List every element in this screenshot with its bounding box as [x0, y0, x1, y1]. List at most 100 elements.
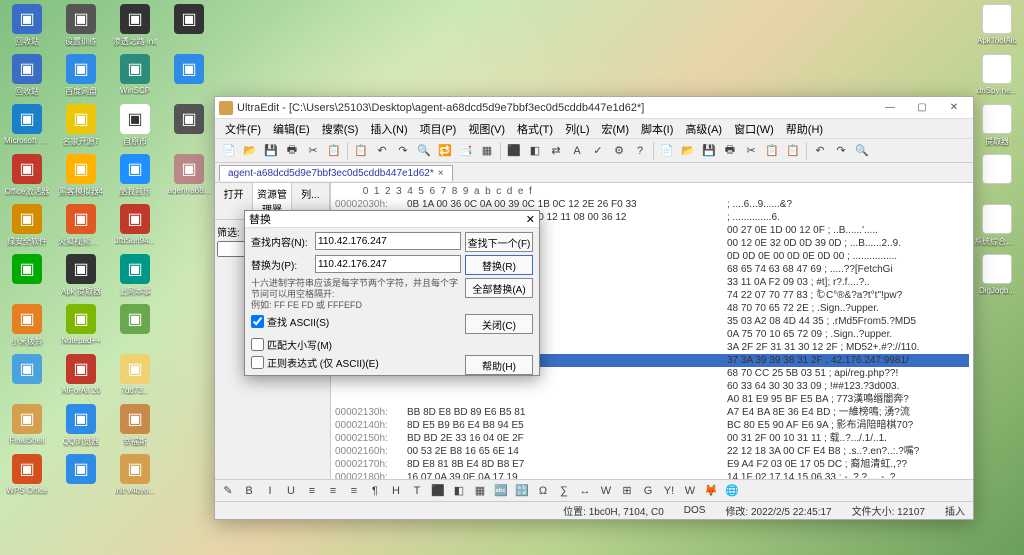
toolbar-button[interactable]: U — [281, 481, 301, 501]
toolbar-button[interactable]: 🖶 — [720, 141, 740, 161]
desktop-icon[interactable]: ▣QQ浏览器 — [58, 404, 104, 452]
desktop-icon[interactable]: ▣渗透之路 init — [112, 4, 158, 52]
toolbar-button[interactable]: ↶ — [810, 141, 830, 161]
desktop-icon[interactable]: ▣ — [166, 4, 212, 52]
menu-item[interactable]: 窗口(W) — [728, 119, 780, 138]
menu-item[interactable]: 视图(V) — [462, 119, 511, 138]
menu-item[interactable]: 格式(T) — [511, 119, 559, 138]
toolbar-button[interactable]: ✓ — [588, 141, 608, 161]
desktop-icon[interactable]: ▣FinalShell — [4, 404, 50, 452]
toolbar-button[interactable]: Y! — [659, 481, 679, 501]
toolbar-button[interactable]: ⚙ — [609, 141, 629, 161]
regex-checkbox[interactable] — [251, 356, 264, 369]
desktop-icon[interactable]: ▣幸福斯 — [112, 404, 158, 452]
desktop-icon[interactable]: ▣ — [4, 254, 50, 302]
desktop-icon[interactable]: ▣酷我音乐 — [112, 154, 158, 202]
toolbar-button[interactable]: W — [680, 481, 700, 501]
toolbar-button[interactable]: ✂ — [303, 141, 323, 161]
toolbar-button[interactable]: A — [567, 141, 587, 161]
toolbar-button[interactable]: 💾 — [261, 141, 281, 161]
toolbar-button[interactable]: 📋 — [762, 141, 782, 161]
desktop-icon[interactable]: ▣AIForAll 20 — [58, 354, 104, 402]
close-tab-icon[interactable]: × — [438, 168, 444, 179]
toolbar-button[interactable]: I — [260, 481, 280, 501]
replace-input[interactable] — [315, 255, 461, 273]
menu-item[interactable]: 高级(A) — [679, 119, 728, 138]
toolbar-button[interactable]: 🔁 — [435, 141, 455, 161]
desktop-icon[interactable]: ▣ — [166, 54, 212, 102]
desktop-icon[interactable]: ▣ApkToolAid — [974, 4, 1020, 52]
toolbar-button[interactable]: ⇄ — [546, 141, 566, 161]
desktop-icon[interactable]: ▣上网本事 — [112, 254, 158, 302]
toolbar-button[interactable]: ▦ — [477, 141, 497, 161]
toolbar-button[interactable]: 📋 — [324, 141, 344, 161]
desktop-icon[interactable]: ▣WPS Office — [4, 454, 50, 502]
toolbar-button[interactable]: ¶ — [365, 481, 385, 501]
toolbar-button[interactable]: 📂 — [240, 141, 260, 161]
minimize-button[interactable]: — — [875, 99, 905, 117]
document-tab[interactable]: agent-a68dcd5d9e7bbf3ec0d5cddb447e1d62*× — [219, 165, 453, 181]
dialog-close-icon[interactable]: ✕ — [526, 213, 535, 226]
toolbar-button[interactable]: ↔ — [575, 481, 595, 501]
menu-item[interactable]: 项目(P) — [414, 119, 463, 138]
toolbar-button[interactable]: 📄 — [657, 141, 677, 161]
desktop-icon[interactable]: ▣agent-a68... — [166, 154, 212, 202]
find-ascii-checkbox[interactable] — [251, 315, 264, 328]
desktop-icon[interactable]: ▣Microsoft Edge — [4, 104, 50, 152]
toolbar-button[interactable]: ∑ — [554, 481, 574, 501]
desktop-icon[interactable]: ▣Apk 提取器 — [58, 254, 104, 302]
desktop-icon[interactable]: ▣自原币 — [112, 104, 158, 152]
toolbar-button[interactable]: 📋 — [783, 141, 803, 161]
toolbar-button[interactable]: 🔍 — [414, 141, 434, 161]
help-button[interactable]: 帮助(H) — [465, 355, 533, 375]
desktop-icon[interactable]: ▣ — [112, 304, 158, 352]
toolbar-button[interactable]: ? — [630, 141, 650, 161]
toolbar-button[interactable]: ↷ — [831, 141, 851, 161]
toolbar-button[interactable]: ≡ — [344, 481, 364, 501]
menu-item[interactable]: 搜索(S) — [316, 119, 365, 138]
toolbar-button[interactable]: ↶ — [372, 141, 392, 161]
desktop-icon[interactable]: ▣名家开源T — [58, 104, 104, 152]
desktop-icon[interactable]: ▣Notepad++ — [58, 304, 104, 352]
menu-item[interactable]: 文件(F) — [219, 119, 267, 138]
toolbar-button[interactable]: 🖶 — [282, 141, 302, 161]
toolbar-button[interactable]: 💾 — [699, 141, 719, 161]
toolbar-button[interactable]: W — [596, 481, 616, 501]
toolbar-button[interactable]: ≡ — [302, 481, 322, 501]
replace-button[interactable]: 替换(R) — [465, 255, 533, 275]
toolbar-button[interactable]: H — [386, 481, 406, 501]
desktop-icon[interactable]: ▣Office激活器 — [4, 154, 50, 202]
desktop-icon[interactable]: ▣JfbSun94... — [112, 204, 158, 252]
toolbar-button[interactable]: ↷ — [393, 141, 413, 161]
desktop-icon[interactable]: ▣百度网盘 — [58, 54, 104, 102]
toolbar-button[interactable]: 📂 — [678, 141, 698, 161]
maximize-button[interactable]: ▢ — [907, 99, 937, 117]
menu-item[interactable]: 宏(M) — [596, 119, 636, 138]
toolbar-button[interactable]: 🔍 — [852, 141, 872, 161]
toolbar-button[interactable]: ⬛ — [428, 481, 448, 501]
desktop-icon[interactable]: ▣黑客模拟器4 — [58, 154, 104, 202]
desktop-icon[interactable]: ▣dnSpy ne... — [974, 54, 1020, 102]
toolbar-button[interactable]: Ω — [533, 481, 553, 501]
desktop-icon[interactable]: ▣DigJogb... — [974, 254, 1020, 302]
replaceall-button[interactable]: 全部替换(A) — [465, 278, 533, 298]
menu-item[interactable]: 脚本(I) — [635, 119, 679, 138]
menu-item[interactable]: 编辑(E) — [267, 119, 316, 138]
toolbar-button[interactable]: 📋 — [351, 141, 371, 161]
desktop-icon[interactable]: ▣系统综合工具 — [974, 204, 1020, 252]
toolbar-button[interactable]: ◧ — [449, 481, 469, 501]
toolbar-button[interactable]: G — [638, 481, 658, 501]
desktop-icon[interactable]: ▣回收站 — [4, 4, 50, 52]
menu-item[interactable]: 插入(N) — [364, 119, 413, 138]
desktop-icon[interactable]: ▣设置训练 — [58, 4, 104, 52]
desktop-icon[interactable]: ▣提取器 — [974, 104, 1020, 152]
toolbar-button[interactable]: ◧ — [525, 141, 545, 161]
toolbar-button[interactable]: 🌐 — [722, 481, 742, 501]
desktop-icon[interactable]: ▣WinSCP — [112, 54, 158, 102]
toolbar-button[interactable]: 🦊 — [701, 481, 721, 501]
desktop-icon[interactable]: ▣ — [166, 104, 212, 152]
findnext-button[interactable]: 查找下一个(F) — [465, 232, 533, 252]
close-button[interactable]: ✕ — [939, 99, 969, 117]
toolbar-button[interactable]: ✎ — [218, 481, 238, 501]
desktop-icon[interactable]: ▣火狐视频高速 — [58, 204, 104, 252]
